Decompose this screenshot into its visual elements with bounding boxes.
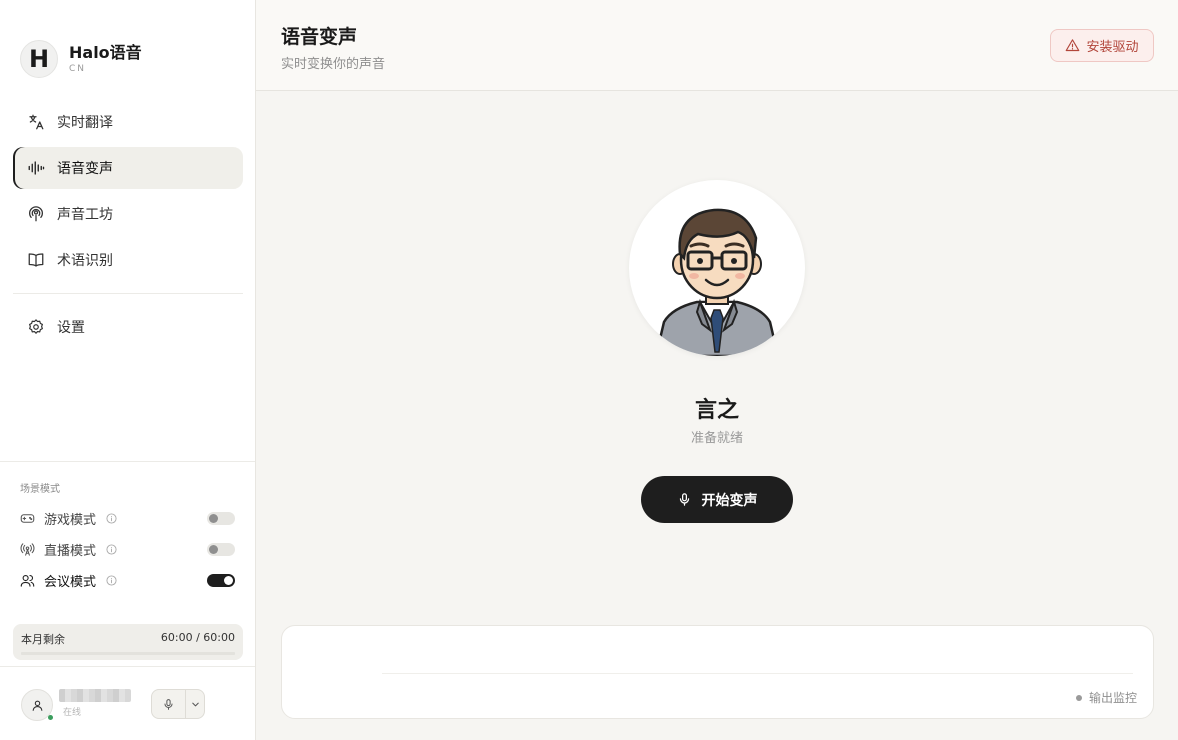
info-icon[interactable] (106, 544, 117, 555)
sidebar-item-voice-workshop[interactable]: 声音工坊 (13, 193, 243, 235)
users-icon (20, 573, 36, 589)
sidebar-item-label: 实时翻译 (57, 115, 113, 131)
sidebar-item-settings[interactable]: 设置 (13, 306, 243, 348)
sidebar-item-label: 术语识别 (57, 253, 113, 269)
output-monitor-label: 输出监控 (1088, 691, 1137, 705)
brand-name: Halo语音 (69, 43, 142, 62)
page-subtitle: 实时变换你的声音 (281, 57, 386, 72)
brand-region: CN (69, 64, 87, 74)
quota-progress-bar (21, 652, 235, 655)
character-avatar (629, 180, 805, 356)
mic-device-selector (151, 689, 205, 719)
broadcast-icon (20, 542, 36, 558)
quota-value: 60:00 / 60:00 (160, 631, 235, 644)
sidebar-item-voice-change[interactable]: 语音变声 (13, 147, 243, 189)
scene-mode-label: 直播模式 (44, 544, 97, 559)
microphone-icon (164, 698, 173, 710)
user-name (59, 689, 131, 702)
gamepad-icon (20, 511, 36, 527)
character-portrait (654, 208, 780, 356)
sidebar-nav: 实时翻译 语音变声 声音工坊 术语识别 (13, 101, 243, 285)
user-status: 在线 (63, 708, 82, 718)
install-driver-button[interactable]: 安装驱动 (1050, 29, 1154, 62)
monitor-status-dot (1075, 694, 1082, 701)
scene-mode-game: 游戏模式 (20, 503, 235, 534)
install-driver-label: 安装驱动 (1086, 40, 1139, 55)
brand: H Halo语音 CN (20, 40, 142, 78)
monthly-quota: 本月剩余 60:00 / 60:00 (13, 624, 243, 660)
character-name: 言之 (694, 398, 739, 423)
output-monitor-panel: 输出监控 (281, 625, 1154, 719)
sidebar-item-term-recognition[interactable]: 术语识别 (13, 239, 243, 281)
book-icon (26, 250, 46, 270)
start-voice-change-button[interactable]: 开始变声 (641, 476, 793, 523)
sidebar-item-label: 设置 (57, 320, 85, 336)
user-icon (32, 700, 42, 711)
sidebar-item-translate[interactable]: 实时翻译 (13, 101, 243, 143)
brand-logo: H (20, 40, 58, 78)
page-title: 语音变声 (281, 26, 358, 48)
character-status: 准备就绪 (690, 431, 743, 446)
sidebar-item-label: 声音工坊 (57, 207, 113, 223)
scene-mode-title: 场景模式 (20, 484, 60, 495)
microphone-icon (677, 492, 692, 507)
start-button-label: 开始变声 (701, 492, 758, 509)
meeting-mode-toggle[interactable] (207, 574, 235, 587)
mic-dropdown-button[interactable] (186, 690, 204, 718)
chevron-down-icon (191, 702, 199, 706)
sidebar: H Halo语音 CN 实时翻译 语音变声 声音工坊 术语识别 设置 场景模式 … (0, 0, 256, 740)
page-header: 语音变声 实时变换你的声音 安装驱动 (256, 0, 1178, 91)
main-content: 语音变声 实时变换你的声音 安装驱动 言之 准备就绪 开始变声 输出监控 (256, 0, 1178, 740)
info-icon[interactable] (106, 513, 117, 524)
waveform-icon (26, 158, 46, 178)
scene-mode-label: 会议模式 (44, 575, 97, 590)
scene-mode-panel: 场景模式 游戏模式 直播模式 会议模式 (0, 461, 255, 596)
scene-mode-label: 游戏模式 (44, 513, 97, 528)
sidebar-item-label: 语音变声 (57, 161, 113, 177)
nav-divider (13, 293, 243, 294)
podcast-icon (26, 204, 46, 224)
info-icon[interactable] (106, 575, 117, 586)
quota-progress-fill (21, 652, 235, 655)
scene-mode-meeting: 会议模式 (20, 565, 235, 596)
mic-button[interactable] (152, 690, 186, 718)
game-mode-toggle[interactable] (207, 512, 235, 525)
scene-mode-live: 直播模式 (20, 534, 235, 565)
output-monitor-indicator: 输出监控 (1075, 689, 1137, 706)
online-status-dot (48, 715, 53, 720)
gear-icon (26, 317, 46, 337)
live-mode-toggle[interactable] (207, 543, 235, 556)
warning-icon (1065, 38, 1080, 53)
monitor-waveform-line (382, 673, 1133, 674)
user-area: 在线 (0, 666, 255, 740)
app-window: H Halo语音 CN 实时翻译 语音变声 声音工坊 术语识别 设置 场景模式 … (0, 0, 1178, 740)
translate-icon (26, 112, 46, 132)
quota-label: 本月剩余 (21, 633, 65, 646)
